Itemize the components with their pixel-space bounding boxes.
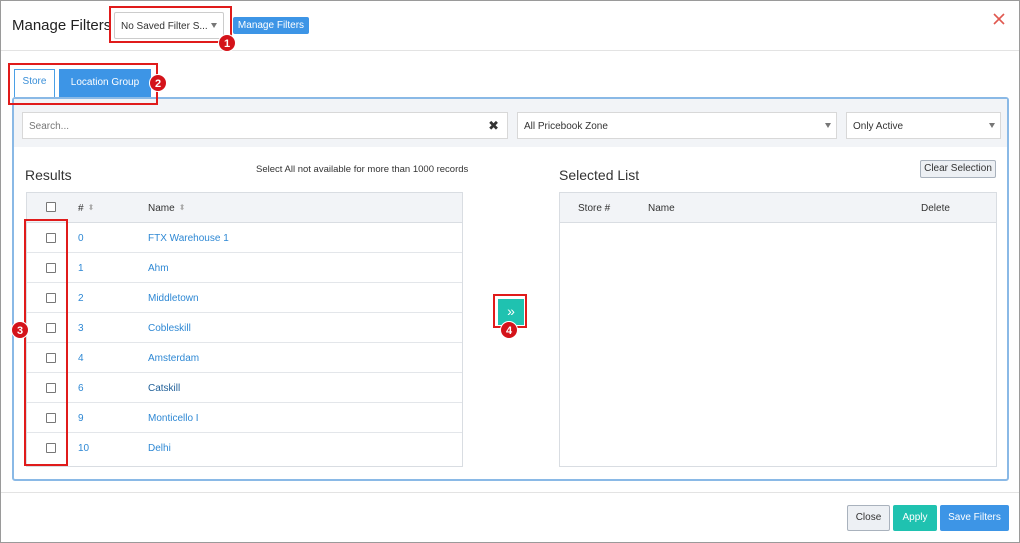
store-name[interactable]: Monticello I: [148, 413, 199, 424]
table-row: 2 Middletown: [27, 283, 462, 313]
results-title: Results: [25, 167, 72, 183]
store-number[interactable]: 3: [78, 323, 84, 334]
manage-filters-button[interactable]: Manage Filters: [233, 17, 309, 34]
store-name[interactable]: Delhi: [148, 443, 171, 454]
column-header-store-number: Store #: [578, 203, 611, 214]
selected-list-table: Store # Name Delete: [559, 192, 997, 467]
manage-filters-modal: Manage Filters No Saved Filter S... Mana…: [0, 0, 1020, 543]
chevron-down-icon: [989, 123, 995, 128]
store-name[interactable]: Amsterdam: [148, 353, 199, 364]
store-number[interactable]: 0: [78, 233, 84, 244]
store-number[interactable]: 4: [78, 353, 84, 364]
apply-button[interactable]: Apply: [893, 505, 937, 531]
search-placeholder: Search...: [29, 121, 70, 132]
close-icon[interactable]: [991, 11, 1007, 27]
table-row: 6 Catskill: [27, 373, 462, 403]
callout-badge-3: 3: [11, 321, 29, 339]
modal-title: Manage Filters: [12, 17, 112, 34]
table-row: 10 Delhi: [27, 433, 462, 463]
table-row: 4 Amsterdam: [27, 343, 462, 373]
column-header-name: Name: [648, 203, 675, 214]
table-row: 3 Cobleskill: [27, 313, 462, 343]
save-filters-button[interactable]: Save Filters: [940, 505, 1009, 531]
pricebook-zone-value: All Pricebook Zone: [524, 121, 608, 132]
status-dropdown[interactable]: Only Active: [846, 112, 1001, 139]
column-header-name[interactable]: Name ⬍: [148, 203, 185, 214]
footer-divider: [1, 492, 1019, 493]
callout-badge-4: 4: [500, 321, 518, 339]
callout-box-2: [8, 63, 158, 105]
store-name[interactable]: Middletown: [148, 293, 199, 304]
table-row: 0 FTX Warehouse 1: [27, 223, 462, 253]
callout-box-3: [24, 219, 68, 466]
callout-badge-2: 2: [149, 74, 167, 92]
pricebook-zone-dropdown[interactable]: All Pricebook Zone: [517, 112, 837, 139]
store-name[interactable]: Ahm: [148, 263, 169, 274]
sort-icon: ⬍: [87, 203, 95, 212]
column-header-number[interactable]: # ⬍: [78, 203, 94, 214]
table-row: 1 Ahm: [27, 253, 462, 283]
chevron-down-icon: [825, 123, 831, 128]
results-table: # ⬍ Name ⬍ 0 FTX Warehouse 1 1 Ahm 2 Middl…: [26, 192, 463, 467]
status-value: Only Active: [853, 121, 904, 132]
callout-badge-1: 1: [218, 34, 236, 52]
select-all-note: Select All not available for more than 1…: [256, 164, 469, 175]
column-header-delete: Delete: [921, 203, 950, 214]
table-row: 9 Monticello I: [27, 403, 462, 433]
sort-icon: ⬍: [178, 203, 186, 212]
store-number[interactable]: 6: [78, 383, 84, 394]
results-table-header: # ⬍ Name ⬍: [27, 193, 462, 223]
search-input[interactable]: Search... ✖: [22, 112, 508, 139]
store-name[interactable]: FTX Warehouse 1: [148, 233, 229, 244]
store-number[interactable]: 1: [78, 263, 84, 274]
filter-panel: Search... ✖ All Pricebook Zone Only Acti…: [12, 97, 1009, 481]
store-number[interactable]: 9: [78, 413, 84, 424]
selected-list-title: Selected List: [559, 167, 640, 183]
filter-bar: Search... ✖ All Pricebook Zone Only Acti…: [14, 99, 1007, 147]
close-button[interactable]: Close: [847, 505, 890, 531]
store-number[interactable]: 10: [78, 443, 89, 454]
select-all-checkbox[interactable]: [46, 202, 56, 212]
store-name[interactable]: Cobleskill: [148, 323, 191, 334]
clear-search-icon[interactable]: ✖: [488, 119, 499, 132]
store-name[interactable]: Catskill: [148, 383, 180, 394]
callout-box-1: [109, 6, 232, 43]
clear-selection-button[interactable]: Clear Selection: [920, 160, 996, 178]
store-number[interactable]: 2: [78, 293, 84, 304]
selected-table-header: Store # Name Delete: [560, 193, 996, 223]
